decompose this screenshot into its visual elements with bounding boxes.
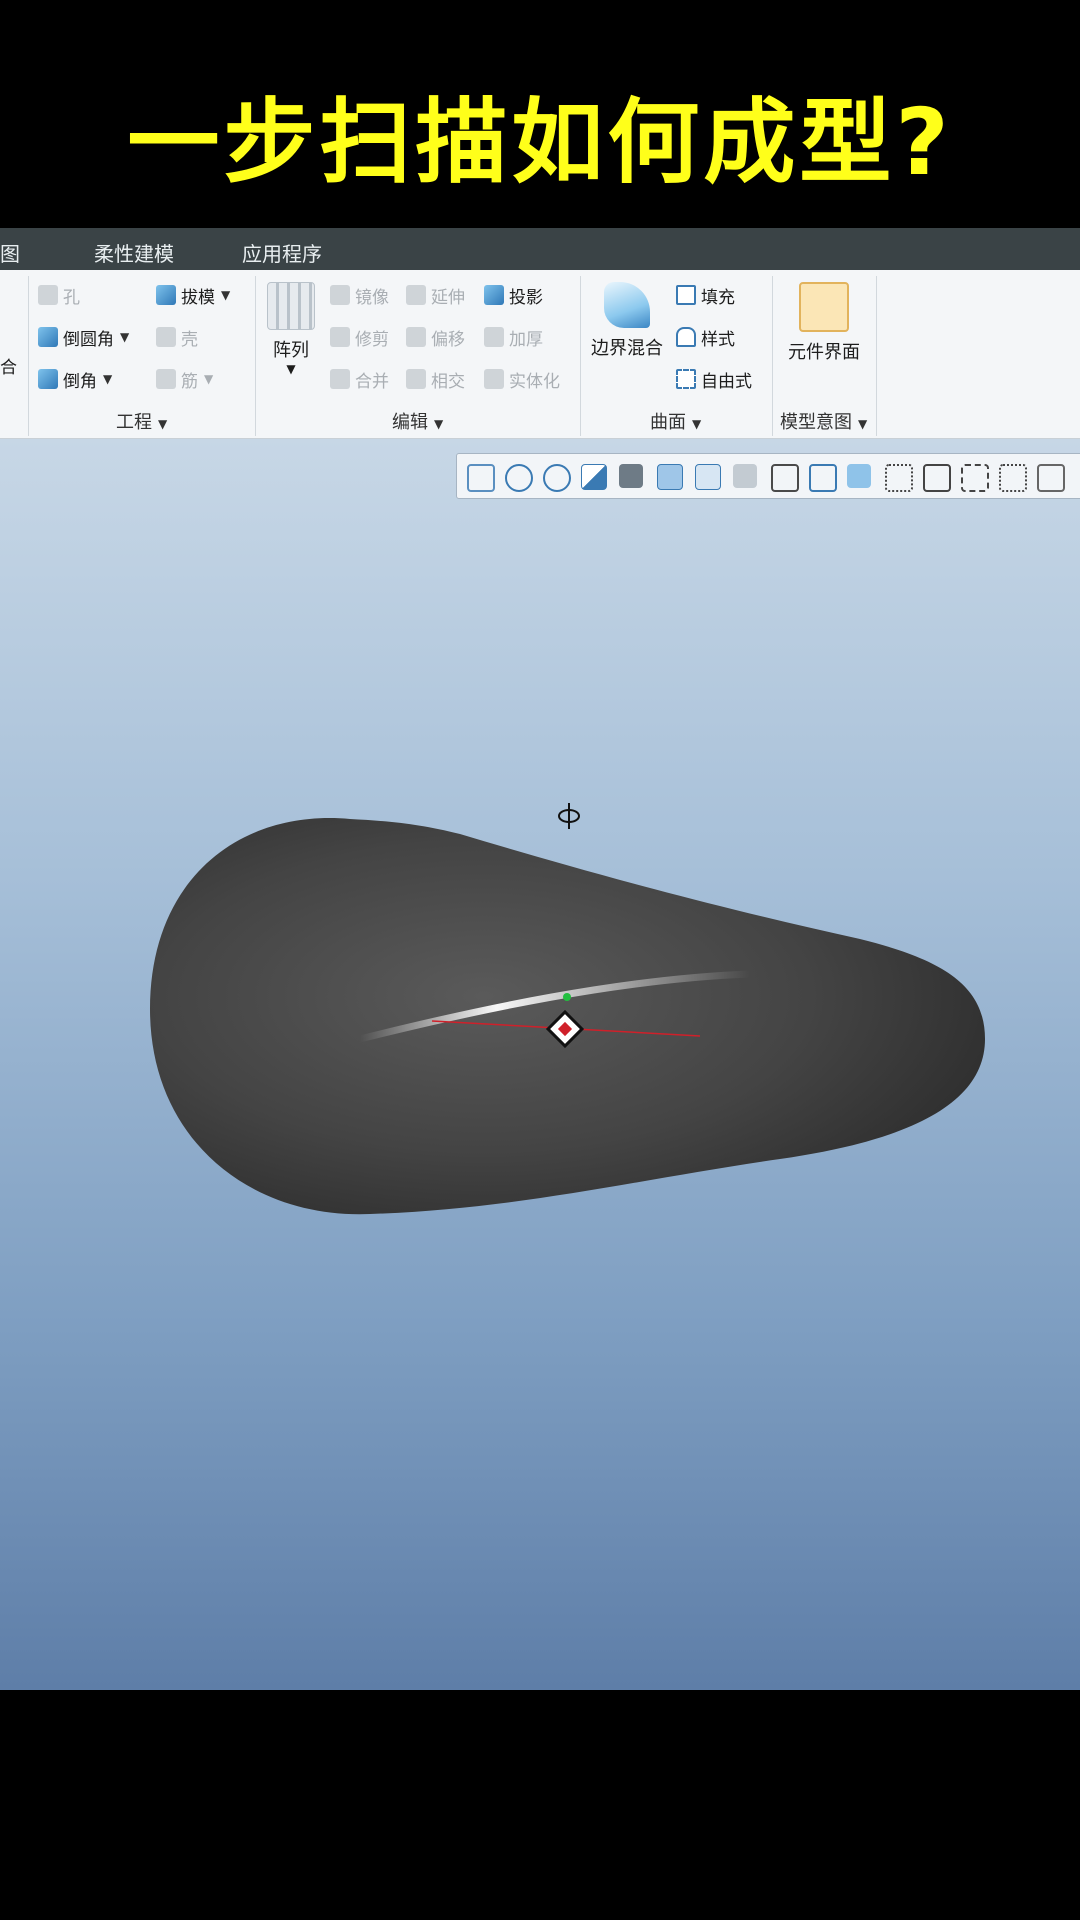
chevron-down-icon[interactable]: ▼ bbox=[204, 372, 213, 386]
chevron-down-icon: ▼ bbox=[158, 417, 168, 431]
tab-applications[interactable]: 应用程序 bbox=[242, 238, 322, 267]
group-label-surfaces[interactable]: 曲面 ▼ bbox=[650, 408, 701, 434]
group-label-editing[interactable]: 编辑 ▼ bbox=[392, 408, 443, 434]
round-icon bbox=[38, 327, 58, 347]
chamfer-button[interactable]: 倒角 ▼ bbox=[38, 366, 112, 392]
intersect-button[interactable]: 相交 bbox=[406, 366, 465, 392]
extend-button[interactable]: 延伸 bbox=[406, 282, 465, 308]
group-separator bbox=[255, 276, 256, 436]
chevron-down-icon[interactable]: ▼ bbox=[120, 330, 129, 344]
freestyle-button[interactable]: 自由式 bbox=[676, 366, 752, 392]
hole-button[interactable]: 孔 bbox=[38, 282, 80, 308]
pattern-button[interactable]: 阵列 ▼ bbox=[266, 282, 316, 376]
fill-button[interactable]: 填充 bbox=[676, 282, 735, 308]
title-overlay: 一步扫描如何成型? bbox=[0, 0, 1080, 228]
cut-command[interactable]: 合 bbox=[0, 352, 17, 378]
chevron-down-icon[interactable]: ▼ bbox=[266, 362, 316, 376]
shell-icon bbox=[156, 327, 176, 347]
group-label-model-intent[interactable]: 模型意图 ▼ bbox=[780, 408, 867, 434]
mirror-icon bbox=[330, 285, 350, 305]
tab-flexible-modeling[interactable]: 柔性建模 bbox=[94, 238, 174, 267]
shell-button[interactable]: 壳 bbox=[156, 324, 198, 350]
chevron-down-icon: ▼ bbox=[434, 417, 444, 431]
chevron-down-icon: ▼ bbox=[692, 417, 702, 431]
draft-icon bbox=[156, 285, 176, 305]
mirror-button[interactable]: 镜像 bbox=[330, 282, 389, 308]
merge-icon bbox=[330, 369, 350, 389]
rib-button[interactable]: 筋 ▼ bbox=[156, 366, 213, 392]
component-interface-button[interactable]: 元件界面 bbox=[782, 282, 866, 364]
project-icon bbox=[484, 285, 504, 305]
offset-icon bbox=[406, 327, 426, 347]
boundary-blend-button[interactable]: 边界混合 bbox=[588, 282, 666, 360]
ribbon-tab-bar: 图 柔性建模 应用程序 bbox=[0, 228, 1080, 270]
tab-view[interactable]: 图 bbox=[0, 238, 20, 267]
bottom-black-band bbox=[0, 1690, 1080, 1920]
graphics-viewport[interactable] bbox=[0, 439, 1080, 1690]
solidify-icon bbox=[484, 369, 504, 389]
group-separator bbox=[876, 276, 877, 436]
intersect-icon bbox=[406, 369, 426, 389]
group-separator bbox=[772, 276, 773, 436]
chevron-down-icon[interactable]: ▼ bbox=[221, 288, 230, 302]
fill-icon bbox=[676, 285, 696, 305]
group-separator bbox=[580, 276, 581, 436]
group-separator bbox=[28, 276, 29, 436]
extend-icon bbox=[406, 285, 426, 305]
model-view bbox=[150, 818, 985, 1215]
draft-button[interactable]: 拔模 ▼ bbox=[156, 282, 230, 308]
chevron-down-icon[interactable]: ▼ bbox=[103, 372, 112, 386]
style-button[interactable]: 样式 bbox=[676, 324, 735, 350]
boundary-blend-icon bbox=[604, 282, 650, 328]
offset-button[interactable]: 偏移 bbox=[406, 324, 465, 350]
puzzle-icon bbox=[799, 282, 849, 332]
freestyle-icon bbox=[676, 369, 696, 389]
trim-button[interactable]: 修剪 bbox=[330, 324, 389, 350]
thicken-button[interactable]: 加厚 bbox=[484, 324, 543, 350]
project-button[interactable]: 投影 bbox=[484, 282, 543, 308]
trim-icon bbox=[330, 327, 350, 347]
rib-icon bbox=[156, 369, 176, 389]
thicken-icon bbox=[484, 327, 504, 347]
pattern-icon bbox=[267, 282, 315, 330]
style-icon bbox=[676, 327, 696, 347]
merge-button[interactable]: 合并 bbox=[330, 366, 389, 392]
chevron-down-icon: ▼ bbox=[858, 417, 868, 431]
solidify-button[interactable]: 实体化 bbox=[484, 366, 560, 392]
ribbon: 合 孔 拔模 ▼ 倒圆角 ▼ 壳 倒角 ▼ 筋 ▼ 工程 ▼ 阵列 ▼ 镜像 延伸 投影 … bbox=[0, 270, 1080, 439]
hole-icon bbox=[38, 285, 58, 305]
drag-handle-point[interactable] bbox=[563, 993, 571, 1001]
video-title: 一步扫描如何成型? bbox=[127, 89, 953, 196]
group-label-engineering[interactable]: 工程 ▼ bbox=[116, 408, 167, 434]
round-button[interactable]: 倒圆角 ▼ bbox=[38, 324, 129, 350]
chamfer-icon bbox=[38, 369, 58, 389]
